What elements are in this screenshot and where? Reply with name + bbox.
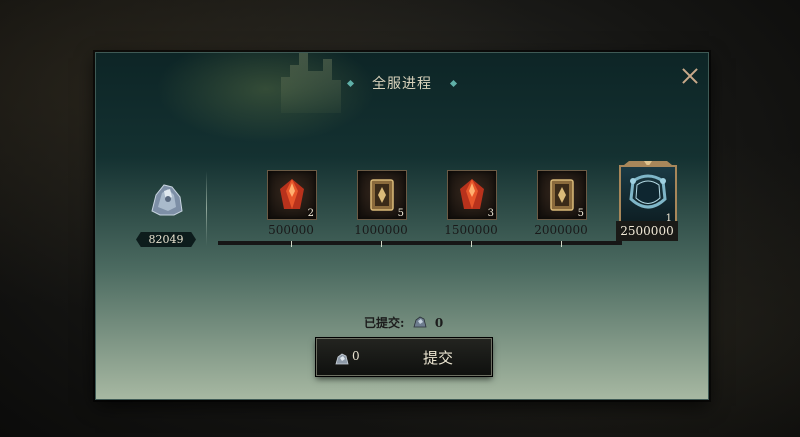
progress-tick	[381, 241, 382, 247]
blue-frame-icon	[629, 174, 667, 209]
milestone-threshold: 2000000	[534, 223, 588, 237]
submit-button[interactable]: 0 提交	[316, 338, 492, 376]
progress-tick	[561, 241, 562, 247]
milestone-threshold: 1500000	[444, 223, 498, 237]
red-crystal-icon	[460, 179, 484, 209]
scroll-card-icon	[550, 179, 574, 211]
scroll-card-icon	[370, 179, 394, 211]
milestone-reward-1[interactable]: 2	[267, 170, 317, 220]
reward-count: 2	[307, 208, 314, 219]
dialog-title: 全服进程	[372, 76, 432, 92]
submitted-label: 已提交:	[364, 316, 405, 330]
section-divider	[206, 171, 207, 246]
close-icon[interactable]	[681, 67, 699, 85]
reward-count: 5	[397, 208, 404, 219]
diamond-ornament-left-icon	[346, 79, 354, 88]
progress-tick	[291, 241, 292, 247]
submit-label: 提交	[423, 349, 454, 367]
ore-crystal-icon	[144, 177, 188, 221]
global-progress-dialog: 全服进程 82049 2 5 3 5 1 500000 1000000 1500…	[95, 52, 709, 400]
reward-count: 3	[487, 208, 494, 219]
milestone-reward-final[interactable]: 1	[619, 165, 677, 227]
milestone-reward-4[interactable]: 5	[537, 170, 587, 220]
milestone-threshold: 1000000	[354, 223, 408, 237]
milestone-threshold-final: 2500000	[616, 221, 678, 241]
currency-amount: 82049	[136, 232, 196, 247]
panel-header-art	[156, 53, 376, 143]
ore-crystal-icon	[335, 350, 349, 369]
milestone-reward-2[interactable]: 5	[357, 170, 407, 220]
submit-count: 0	[352, 349, 360, 363]
reward-count: 5	[577, 208, 584, 219]
dialog-header: 全服进程	[96, 73, 708, 93]
progress-tick	[471, 241, 472, 247]
red-crystal-icon	[280, 179, 304, 209]
submitted-value: 0	[434, 316, 444, 330]
diamond-ornament-right-icon	[450, 79, 458, 88]
ore-crystal-icon	[413, 316, 427, 331]
milestone-threshold: 500000	[268, 223, 314, 237]
milestone-reward-3[interactable]: 3	[447, 170, 497, 220]
submitted-summary: 已提交: 0	[364, 314, 443, 331]
